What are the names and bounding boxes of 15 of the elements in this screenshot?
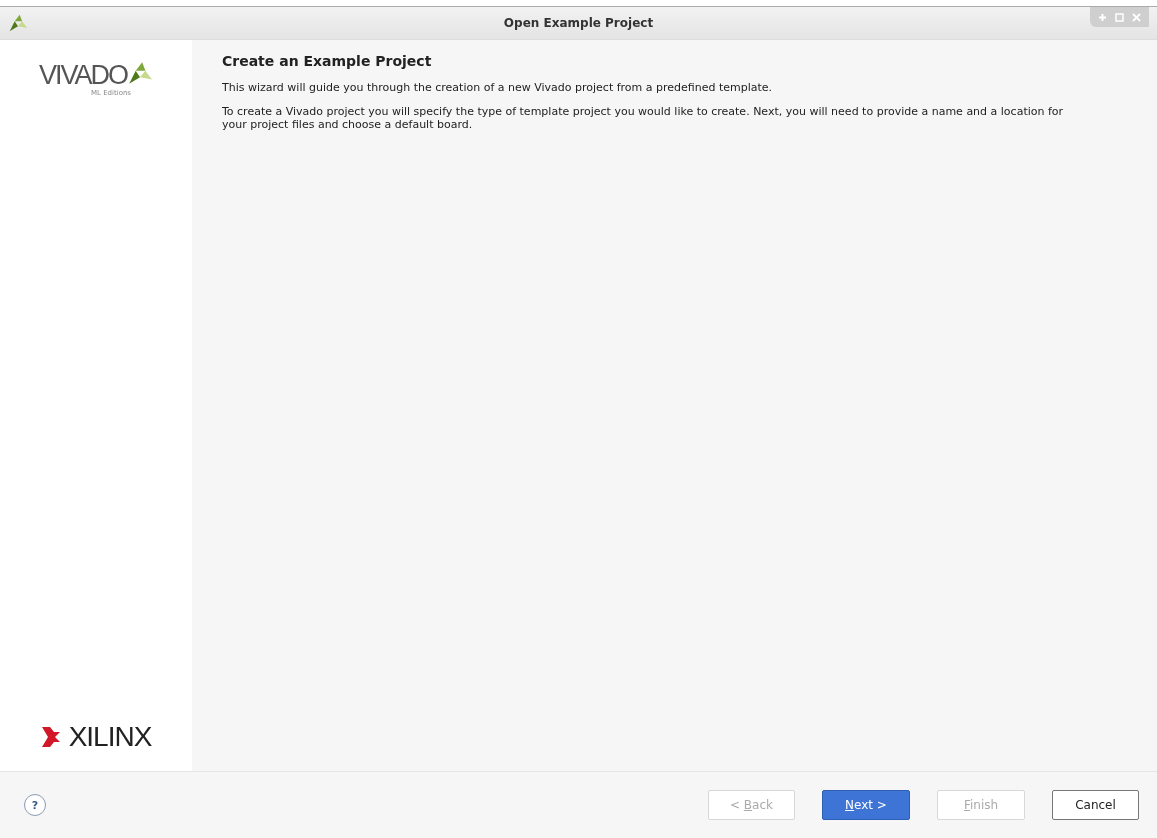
description-text: To create a Vivado project you will specify the type of template project you would like to create. Next, you will need to provide a name and a location for your project files and choose a default board. [222, 105, 1065, 131]
maximize-icon[interactable] [1115, 12, 1124, 22]
window-title: Open Example Project [503, 16, 654, 30]
description-text: This wizard will guide you through the creation of a new Vivado project from a predefined template. [222, 81, 774, 94]
vendor-logo-icon [40, 726, 61, 748]
product-logo-text: VIVADO [39, 60, 127, 90]
help-button[interactable]: ? [24, 794, 46, 816]
next-button[interactable]: Next > [822, 790, 910, 820]
page-heading: Create an Example Project [222, 53, 433, 69]
leaf-logo-icon [127, 60, 153, 86]
leaf-logo-icon [8, 13, 28, 33]
minimize-icon[interactable] [1098, 12, 1107, 22]
cancel-button[interactable]: Cancel [1052, 790, 1139, 820]
vendor-logo-text: XILINX [68, 721, 152, 753]
close-icon[interactable] [1132, 12, 1141, 22]
